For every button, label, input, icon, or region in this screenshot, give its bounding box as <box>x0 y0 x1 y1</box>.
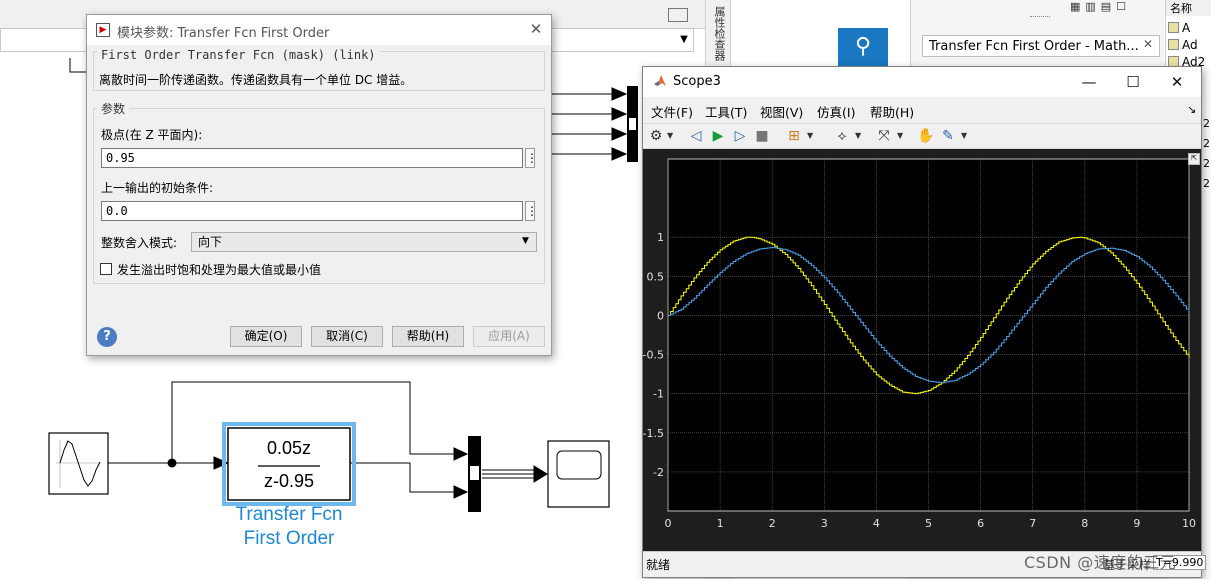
sine-wave-block[interactable] <box>48 432 109 495</box>
x-tick-label: 10 <box>1182 517 1196 530</box>
maximize-icon[interactable]: ☐ <box>1113 71 1153 93</box>
x-tick-label: 2 <box>769 517 776 530</box>
dialog-title: 模块参数: Transfer Fcn First Order <box>117 26 330 41</box>
tf-numerator: 0.05z <box>266 438 312 458</box>
zoom-icon[interactable]: ⤧ <box>875 127 893 145</box>
scope-title: Scope3 <box>673 74 721 89</box>
step-back-icon[interactable]: ◁ <box>687 127 705 145</box>
x-tick-label: 6 <box>977 517 984 530</box>
y-tick-label: -1 <box>653 388 664 401</box>
chevron-down-icon[interactable]: ▼ <box>855 131 863 140</box>
ok-button[interactable]: 确定(O) <box>230 326 302 347</box>
upper-mux-port <box>629 118 636 130</box>
x-tick-label: 8 <box>1081 517 1088 530</box>
x-tick-label: 0 <box>665 517 672 530</box>
x-tick-label: 7 <box>1029 517 1036 530</box>
menu-file[interactable]: 文件(F) <box>651 102 693 121</box>
scope-plot: 0 1 2 3 4 5 6 7 8 9 10 -2 -1.5 -1 -0.5 0 0.5 1 <box>643 158 1196 530</box>
status-text: 就绪 <box>646 558 671 572</box>
ic-label: 上一输出的初始条件: <box>101 181 214 195</box>
minimize-icon[interactable]: — <box>1069 71 1109 93</box>
watermark: CSDN @速度的三元 <box>1024 553 1177 572</box>
chevron-down-icon[interactable]: ▼ <box>522 236 529 246</box>
settings-icon[interactable]: ⚙ <box>647 127 665 145</box>
chevron-down-icon[interactable]: ▼ <box>807 131 815 140</box>
simulink-icon: ▶ <box>96 23 110 37</box>
saturate-checkbox[interactable] <box>100 263 112 275</box>
y-tick-label: 0 <box>657 309 664 322</box>
cursor-measure-icon[interactable]: ⟡ <box>833 127 851 145</box>
tf-label-line2: First Order <box>243 528 335 549</box>
ic-options-icon[interactable]: ⋮ <box>525 201 538 221</box>
step-forward-icon[interactable]: ▷ <box>731 127 749 145</box>
x-tick-label: 4 <box>873 517 880 530</box>
style-icon[interactable]: ✎ <box>939 127 957 145</box>
chevron-down-icon[interactable]: ▼ <box>897 131 905 140</box>
undock-icon[interactable]: ⇱ <box>1188 153 1200 165</box>
y-tick-label: -2 <box>653 466 664 479</box>
apply-button[interactable]: 应用(A) <box>473 326 545 347</box>
saturate-label: 发生溢出时饱和处理为最大值或最小值 <box>117 263 322 277</box>
ic-input[interactable]: 0.0 <box>101 201 523 221</box>
upper-signal-lines <box>550 87 628 161</box>
x-tick-label: 5 <box>925 517 932 530</box>
tf-label-line1: Transfer Fcn <box>235 504 343 525</box>
transfer-fcn-block[interactable] <box>222 422 356 506</box>
chevron-down-icon[interactable]: ▼ <box>667 131 675 140</box>
scope-window: Scope3 — ☐ ✕ 文件(F) 工具(T) 视图(V) 仿真(I) 帮助(… <box>642 66 1207 578</box>
menu-dock-icon[interactable]: ↘ <box>1187 103 1196 116</box>
x-tick-label: 3 <box>821 517 828 530</box>
y-tick-label: 1 <box>657 231 664 244</box>
pan-icon[interactable]: ✋ <box>917 127 935 145</box>
tf-block-label[interactable]: Transfer Fcn First Order <box>200 503 378 551</box>
highlight-block-icon[interactable]: ⊞ <box>785 127 803 145</box>
lower-mux-port <box>470 466 479 480</box>
tf-denominator: z-0.95 <box>263 471 315 491</box>
stop-icon[interactable]: ■ <box>753 127 771 145</box>
round-mode-select[interactable]: 向下 <box>191 232 537 252</box>
close-icon[interactable]: ✕ <box>527 20 545 38</box>
matlab-logo-icon <box>654 75 666 86</box>
close-icon[interactable]: ✕ <box>1157 71 1197 93</box>
run-icon[interactable]: ▶ <box>709 127 727 145</box>
menu-help[interactable]: 帮助(H) <box>870 102 914 121</box>
pole-label: 极点(在 Z 平面内): <box>101 128 203 142</box>
cancel-button[interactable]: 取消(C) <box>311 326 383 347</box>
menu-view[interactable]: 视图(V) <box>760 102 803 121</box>
round-mode-label: 整数舍入模式: <box>101 236 178 250</box>
help-icon[interactable]: ? <box>97 327 117 347</box>
y-tick-label: -1.5 <box>643 427 664 440</box>
pole-input[interactable]: 0.95 <box>101 148 523 168</box>
menu-tools[interactable]: 工具(T) <box>705 102 747 121</box>
block-parameters-dialog: ▶ 模块参数: Transfer Fcn First Order ✕ First… <box>86 14 552 356</box>
y-tick-label: 0.5 <box>647 270 665 283</box>
x-tick-label: 1 <box>717 517 724 530</box>
params-group-title: 参数 <box>97 100 130 117</box>
scope-block[interactable] <box>547 440 610 508</box>
mask-group-title: First Order Transfer Fcn (mask) (link) <box>97 48 380 62</box>
pole-options-icon[interactable]: ⋮ <box>525 148 538 168</box>
y-tick-label: -0.5 <box>643 349 664 362</box>
help-button[interactable]: 帮助(H) <box>392 326 464 347</box>
mask-description: 离散时间一阶传递函数。传递函数具有一个单位 DC 增益。 <box>99 73 413 87</box>
menu-simulation[interactable]: 仿真(I) <box>817 102 855 121</box>
chevron-down-icon[interactable]: ▼ <box>961 131 969 140</box>
x-tick-label: 9 <box>1133 517 1140 530</box>
